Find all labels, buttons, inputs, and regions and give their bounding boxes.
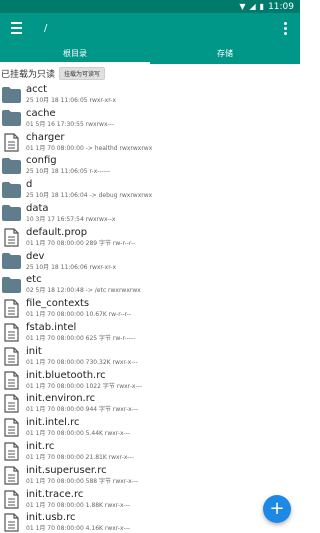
file-list-item[interactable]: fstab.intel 01 1月 70 08:00:00 625 字节 rw-r… — [0, 321, 300, 345]
file-list-item[interactable]: etc 02 5月 18 12:00:48 -> /etc rwxrwxrwx — [0, 273, 300, 297]
file-name: cache — [26, 107, 56, 119]
file-list: acct 25 10月 18 11:06:05 rwxr-xr-x cache 01 … — [0, 83, 300, 533]
file-meta: 25 10月 18 11:06:05 rwxr-xr-x — [26, 97, 117, 104]
path-title: / — [44, 22, 48, 34]
file-name: init.intel.rc — [26, 417, 80, 429]
file-meta: 01 5月 16 17:30:55 rwxrwx--- — [26, 120, 115, 128]
file-icon — [2, 466, 21, 485]
file-name: init.bluetooth.rc — [26, 369, 106, 381]
tab-storage[interactable]: 存储 — [150, 43, 300, 64]
file-icon — [2, 489, 21, 509]
folder-icon — [2, 180, 21, 199]
file-list-item[interactable]: init.trace.rc 01 1月 70 08:00:00 1.88K rwx… — [0, 488, 300, 512]
file-meta: 01 1月 70 08:00:00 289 字节 rw-r--r-- — [26, 239, 136, 247]
file-list-item[interactable]: d 25 10月 18 11:06:04 -> debug rwxrwxrwx — [0, 178, 300, 202]
file-name: init — [26, 345, 42, 357]
folder-icon — [2, 275, 21, 294]
status-time: 11:09 — [268, 1, 294, 12]
file-meta: 01 1月 70 08:00:00 4.16K rwxr-x--- — [26, 525, 131, 533]
file-meta: 01 1月 70 08:00:00 5.44K rwxr-x--- — [26, 430, 131, 438]
file-icon — [2, 228, 21, 247]
file-meta: 01 1月 70 08:00:00 588 字节 rwxr-x--- — [26, 477, 139, 485]
file-name: etc — [26, 274, 42, 286]
file-icon — [2, 347, 21, 366]
file-list-item[interactable]: init.intel.rc 01 1月 70 08:00:00 5.44K rwx… — [0, 416, 300, 440]
file-list-item[interactable]: charger 01 1月 70 08:00:00 -> healthd rwxr… — [0, 131, 300, 155]
file-list-item[interactable]: default.prop 01 1月 70 08:00:00 289 字节 rw-… — [0, 226, 300, 250]
file-list-item[interactable]: data 10 3月 17 16:57:54 rwxrwx--x — [0, 202, 300, 226]
file-name: acct — [26, 84, 48, 95]
mount-info-bar: 已挂载为只读 挂载为可读写 — [0, 64, 300, 83]
app-bar: / — [0, 13, 300, 43]
file-name: dev — [26, 250, 45, 262]
folder-icon — [2, 85, 21, 104]
file-meta: 01 1月 70 08:00:00 730.32K rwxr-x--- — [26, 358, 138, 366]
folder-icon — [2, 204, 21, 223]
file-name: fstab.intel — [26, 321, 77, 333]
file-icon — [2, 132, 21, 152]
battery-icon: ▮ — [259, 1, 265, 11]
file-list-item[interactable]: init.rc 01 1月 70 08:00:00 21.81K rwxr-x--… — [0, 440, 300, 464]
mount-rw-button[interactable]: 挂载为可读写 — [59, 67, 106, 80]
folder-icon — [2, 109, 21, 128]
tab-root[interactable]: 根目录 — [0, 43, 150, 64]
file-meta: 01 1月 70 08:00:00 -> healthd rwxrwxrwx — [26, 144, 153, 152]
file-meta: 01 1月 70 08:00:00 944 字节 rwxr-x--- — [26, 406, 139, 414]
status-bar: ▼ ◢ ▮ 11:09 — [0, 0, 300, 13]
file-icon — [2, 418, 21, 437]
file-list-item[interactable]: dev 25 10月 18 11:06:06 rwxr-xr-x — [0, 250, 300, 274]
file-list-item[interactable]: init.bluetooth.rc 01 1月 70 08:00:00 1022 … — [0, 369, 300, 393]
file-icon — [2, 370, 21, 390]
file-name: config — [26, 155, 57, 167]
file-list-item[interactable]: config 25 10月 18 11:06:05 r-x------ — [0, 154, 300, 178]
file-list-item[interactable]: file_contexts 01 1月 70 08:00:00 10.67K rw… — [0, 297, 300, 321]
add-fab-button[interactable]: + — [263, 495, 291, 523]
mount-status-label: 已挂载为只读 — [1, 70, 56, 80]
file-name: data — [26, 202, 49, 214]
file-list-item[interactable]: acct 25 10月 18 11:06:05 rwxr-xr-x — [0, 83, 300, 107]
file-icon — [2, 442, 21, 461]
file-icon — [2, 394, 21, 413]
folder-icon — [2, 252, 21, 271]
file-name: init.superuser.rc — [26, 464, 107, 476]
file-list-item[interactable]: init.superuser.rc 01 1月 70 08:00:00 588 字… — [0, 464, 300, 488]
file-meta: 01 1月 70 08:00:00 1.88K rwxr-x--- — [26, 501, 131, 509]
file-meta: 01 1月 70 08:00:00 625 字节 rw-r----- — [26, 334, 136, 342]
more-options-icon[interactable] — [278, 17, 292, 39]
file-meta: 10 3月 17 16:57:54 rwxrwx--x — [26, 215, 116, 223]
file-name: init.trace.rc — [26, 488, 84, 500]
file-meta: 01 1月 70 08:00:00 10.67K rw-r--r-- — [26, 311, 132, 319]
folder-icon — [2, 156, 21, 175]
wifi-icon: ▼ — [239, 1, 246, 11]
file-meta: 25 10月 18 11:06:04 -> debug rwxrwxrwx — [26, 192, 153, 200]
menu-icon[interactable] — [8, 17, 30, 39]
file-list-item[interactable]: cache 01 5月 16 17:30:55 rwxrwx--- — [0, 107, 300, 131]
file-name: default.prop — [26, 226, 88, 238]
file-meta: 25 10月 18 11:06:05 r-x------ — [26, 168, 111, 176]
file-list-item[interactable]: init.usb.rc 01 1月 70 08:00:00 4.16K rwxr-… — [0, 511, 300, 533]
file-meta: 01 1月 70 08:00:00 21.81K rwxr-x--- — [26, 453, 134, 461]
file-icon — [2, 513, 21, 532]
file-name: init.rc — [26, 440, 55, 452]
file-meta: 02 5月 18 12:00:48 -> /etc rwxrwxrwx — [26, 287, 141, 295]
file-name: init.usb.rc — [26, 512, 76, 524]
file-name: init.environ.rc — [26, 393, 96, 405]
file-list-item[interactable]: init.environ.rc 01 1月 70 08:00:00 944 字节 … — [0, 392, 300, 416]
file-list-item[interactable]: init 01 1月 70 08:00:00 730.32K rwxr-x--- — [0, 345, 300, 369]
signal-icon: ◢ — [249, 1, 256, 11]
file-meta: 01 1月 70 08:00:00 1022 字节 rwxr-x--- — [26, 382, 142, 390]
tab-bar: 根目录 存储 — [0, 43, 300, 64]
file-icon — [2, 323, 21, 342]
file-name: charger — [26, 131, 65, 143]
file-name: d — [26, 179, 33, 191]
file-meta: 25 10月 18 11:06:06 rwxr-xr-x — [26, 263, 117, 271]
file-icon — [2, 299, 21, 318]
file-name: file_contexts — [26, 298, 90, 310]
